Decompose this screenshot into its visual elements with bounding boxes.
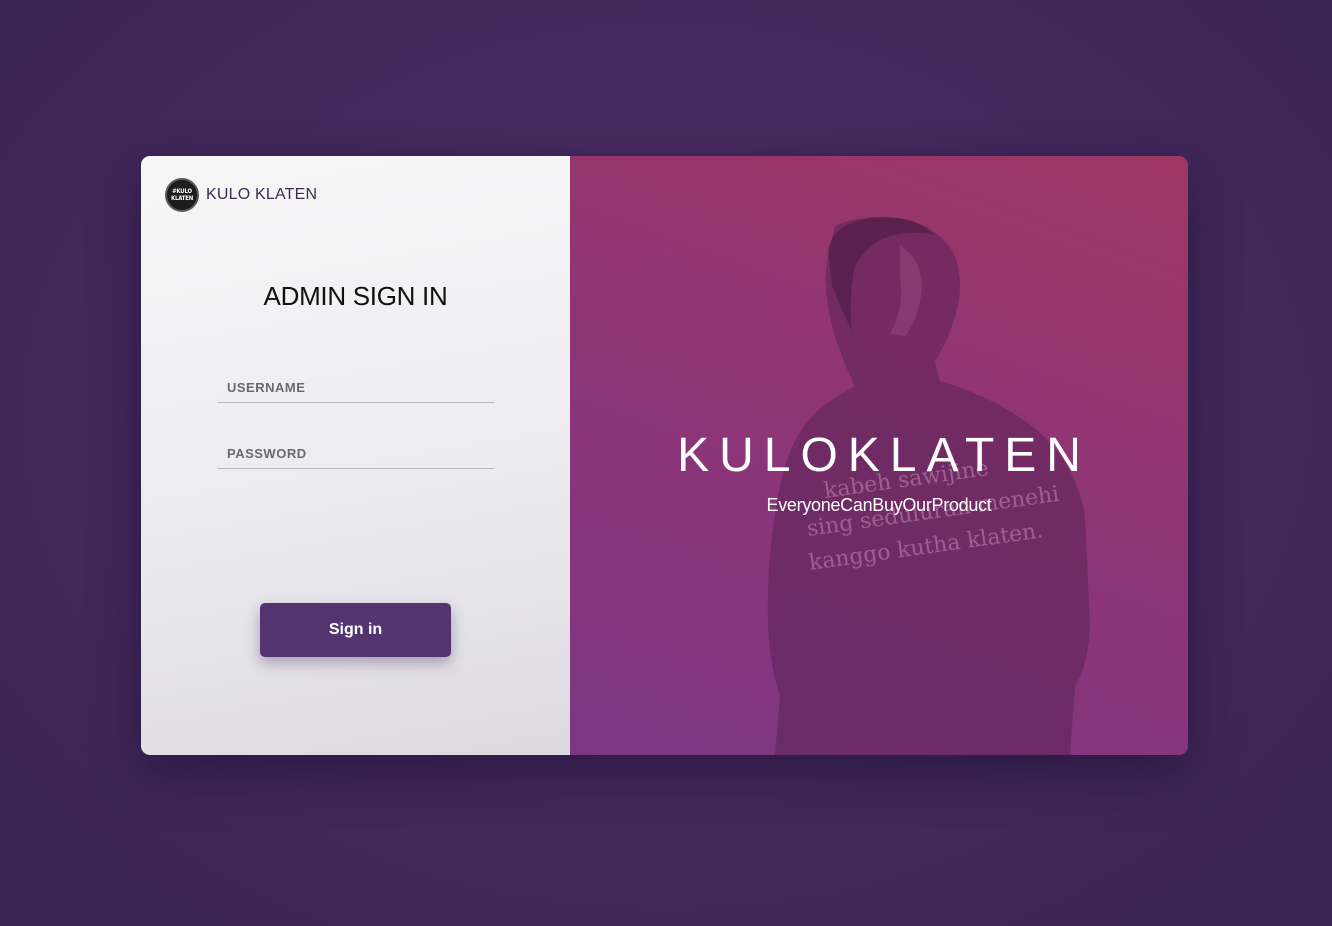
hero-title: KULOKLATEN bbox=[677, 429, 1091, 482]
password-field bbox=[218, 438, 494, 469]
password-input[interactable] bbox=[218, 438, 494, 468]
login-card: #KULO KLATEN KULO KLATEN ADMIN SIGN IN S… bbox=[141, 156, 1188, 755]
username-field bbox=[218, 372, 494, 403]
page-title: ADMIN SIGN IN bbox=[263, 281, 448, 311]
brand[interactable]: #KULO KLATEN KULO KLATEN bbox=[165, 178, 317, 212]
username-input[interactable] bbox=[218, 372, 494, 402]
login-panel: #KULO KLATEN KULO KLATEN ADMIN SIGN IN S… bbox=[141, 156, 570, 755]
sign-in-button[interactable]: Sign in bbox=[260, 603, 451, 657]
brand-logo: #KULO KLATEN bbox=[165, 178, 199, 212]
hero-panel: kabeh sawijine sing seduluran menehi kan… bbox=[570, 156, 1188, 755]
brand-name: KULO KLATEN bbox=[206, 186, 318, 203]
hero-tagline: EveryoneCanBuyOurProduct bbox=[766, 495, 992, 515]
